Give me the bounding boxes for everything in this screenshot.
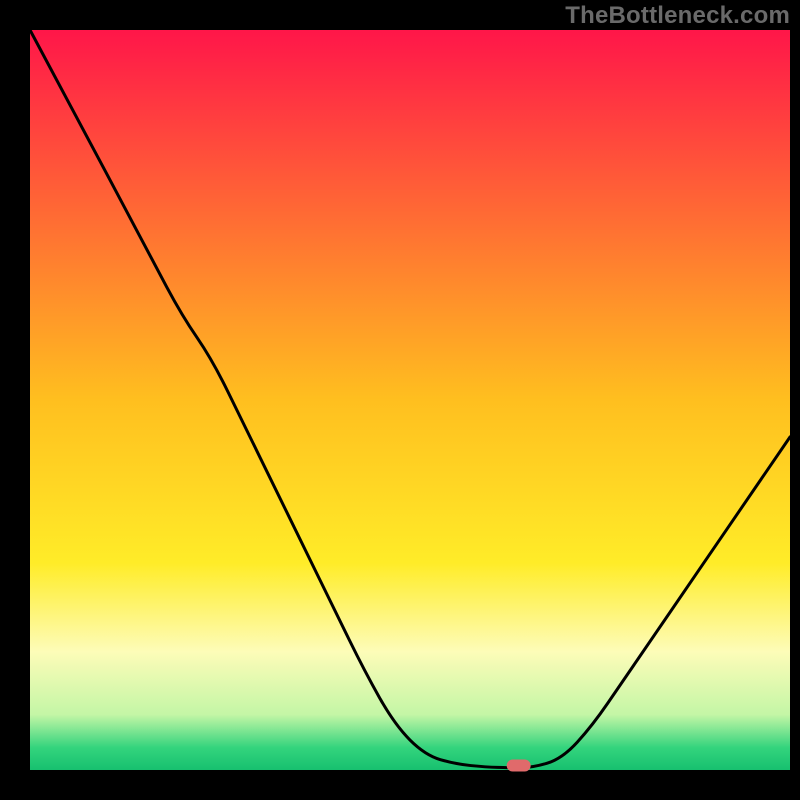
chart-container: TheBottleneck.com (0, 0, 800, 800)
bottleneck-chart (0, 0, 800, 800)
gradient-background (30, 30, 790, 770)
watermark-text: TheBottleneck.com (565, 2, 790, 30)
optimal-marker (507, 760, 531, 772)
